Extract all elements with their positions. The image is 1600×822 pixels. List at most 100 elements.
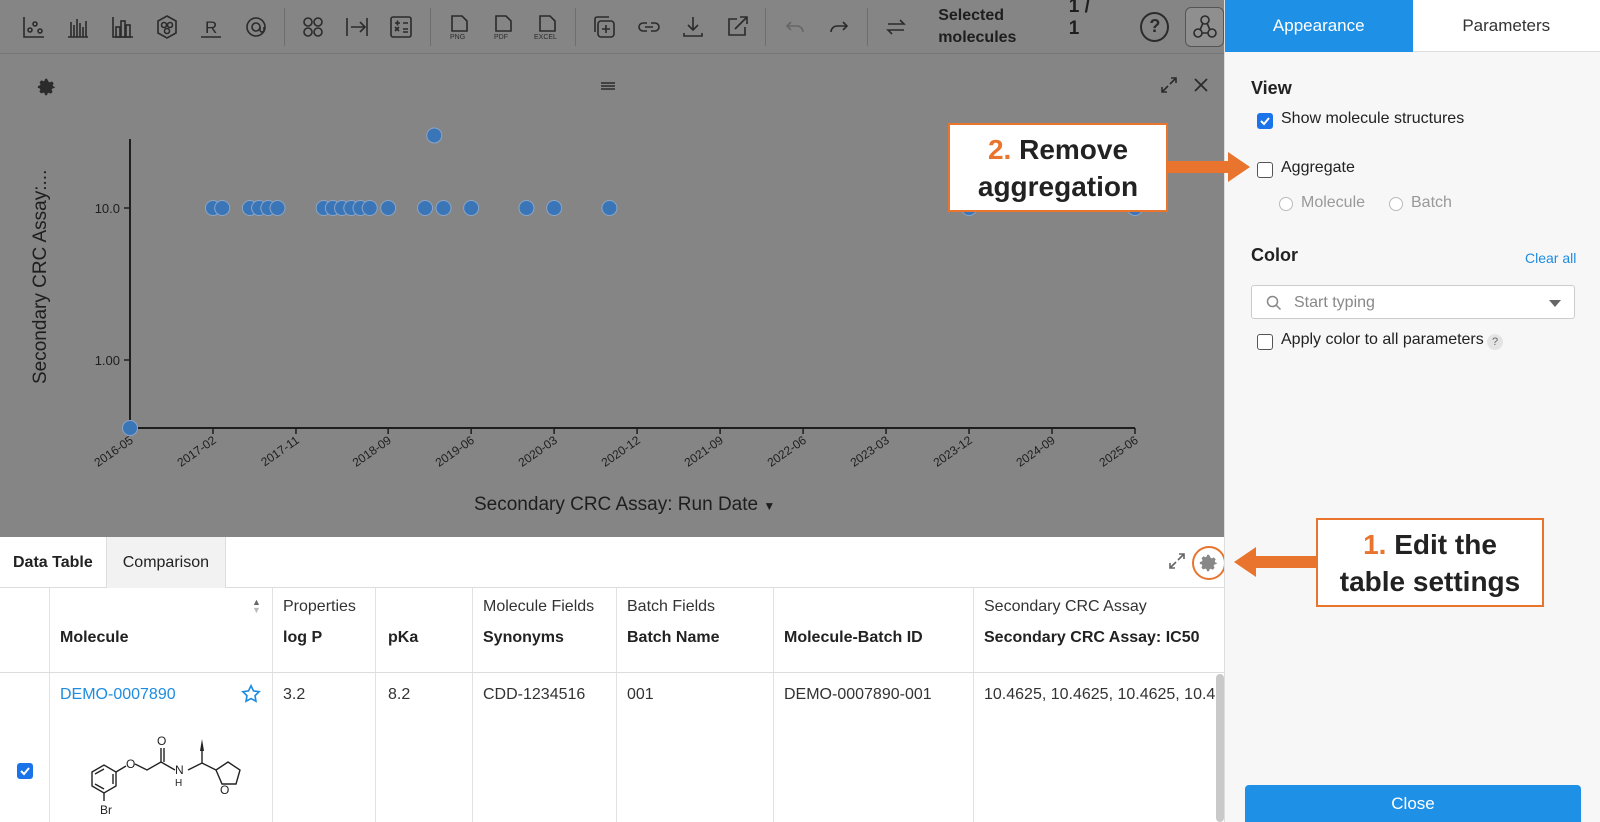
favorite-star-icon[interactable] bbox=[240, 683, 262, 710]
logp-column bbox=[273, 588, 376, 822]
column-header-batch-name[interactable]: Batch Name bbox=[627, 629, 719, 647]
y-tick-label: 1.00 bbox=[95, 353, 120, 368]
svg-text:O: O bbox=[220, 783, 229, 797]
x-axis-dropdown-icon[interactable]: ▼ bbox=[763, 499, 775, 513]
tab-parameters[interactable]: Parameters bbox=[1412, 0, 1600, 52]
column-header-molecule[interactable]: Molecule bbox=[60, 629, 128, 647]
clear-all-link[interactable]: Clear all bbox=[1525, 250, 1576, 266]
color-search-input[interactable]: Start typing bbox=[1251, 285, 1575, 319]
tab-appearance[interactable]: Appearance bbox=[1225, 0, 1413, 52]
bar-chart-icon[interactable] bbox=[56, 0, 100, 54]
group-header-molecule-fields: Molecule Fields bbox=[483, 598, 595, 615]
data-table: ▲ ▼ Properties Molecule Fields Batch Fiel… bbox=[0, 588, 1224, 822]
add-copy-icon[interactable] bbox=[582, 0, 626, 54]
pdf-export-icon[interactable]: PDF bbox=[481, 0, 525, 54]
x-tick-label: 2019-06 bbox=[433, 433, 477, 470]
x-tick-label: 2017-11 bbox=[258, 433, 302, 469]
y-tick-label: 10.0 bbox=[95, 201, 120, 216]
target-icon[interactable] bbox=[233, 0, 277, 54]
toolbar-divider bbox=[575, 7, 577, 46]
calculator-icon[interactable] bbox=[379, 0, 423, 54]
data-point bbox=[546, 200, 563, 216]
png-export-icon[interactable]: PNG bbox=[436, 0, 480, 54]
molecule-structure-image: O O N H O Br bbox=[91, 734, 241, 817]
arrow-to-line-icon[interactable] bbox=[335, 0, 379, 54]
batch-name-value: 001 bbox=[627, 686, 654, 703]
group-header-properties: Properties bbox=[283, 598, 356, 615]
batch-radio-label: Batch bbox=[1411, 194, 1452, 211]
batch-radio[interactable] bbox=[1389, 197, 1403, 211]
swap-icon[interactable] bbox=[874, 0, 918, 54]
excel-export-icon[interactable]: EXCEL bbox=[525, 0, 569, 54]
x-tick-label: 2023-12 bbox=[931, 433, 975, 470]
apply-color-label: Apply color to all parameters bbox=[1281, 331, 1484, 348]
sort-icon[interactable]: ▲ ▼ bbox=[252, 598, 261, 615]
svg-text:R: R bbox=[205, 18, 217, 37]
molecule-radio[interactable] bbox=[1279, 197, 1293, 211]
column-header-pka[interactable]: pKa bbox=[388, 629, 418, 647]
undo-icon[interactable] bbox=[772, 0, 816, 54]
logp-value: 3.2 bbox=[283, 686, 306, 703]
panel-tabs: Appearance Parameters bbox=[1225, 0, 1600, 52]
column-header-logp[interactable]: log P bbox=[283, 629, 322, 647]
search-placeholder: Start typing bbox=[1294, 294, 1375, 311]
pka-column bbox=[376, 588, 473, 822]
selected-molecules-label: Selected molecules bbox=[938, 6, 1017, 46]
pka-value: 8.2 bbox=[388, 686, 411, 703]
expand-table-icon[interactable] bbox=[1168, 552, 1186, 575]
callout-edit-table-settings: 1. Edit the table settings bbox=[1316, 518, 1544, 607]
toolbar-divider bbox=[429, 7, 431, 46]
hexagon-cluster-icon[interactable] bbox=[145, 0, 189, 54]
chevron-down-icon[interactable] bbox=[1548, 299, 1562, 308]
download-icon[interactable] bbox=[671, 0, 715, 54]
group-header-secondary-crc-assay: Secondary CRC Assay bbox=[984, 598, 1147, 615]
aggregate-label: Aggregate bbox=[1281, 159, 1355, 176]
show-structures-checkbox[interactable] bbox=[1257, 113, 1273, 129]
toolbar-divider bbox=[866, 7, 868, 46]
svg-text:O: O bbox=[126, 757, 135, 771]
view-section-title: View bbox=[1251, 78, 1292, 98]
data-point bbox=[122, 420, 138, 436]
batch-name-column bbox=[617, 588, 774, 822]
data-point bbox=[269, 200, 286, 216]
column-header-ic50[interactable]: Secondary CRC Assay: IC50 bbox=[984, 629, 1200, 647]
data-point bbox=[435, 200, 452, 216]
clusters-icon[interactable] bbox=[291, 0, 335, 54]
table-settings-gear-icon[interactable] bbox=[1192, 546, 1226, 580]
scatter-plot-icon[interactable] bbox=[12, 0, 56, 54]
external-link-icon[interactable] bbox=[715, 0, 759, 54]
data-point bbox=[601, 200, 618, 216]
svg-text:H: H bbox=[175, 778, 182, 789]
help-icon[interactable]: ? bbox=[1140, 11, 1170, 42]
histogram-icon[interactable] bbox=[101, 0, 145, 54]
molecule-structure-toggle-icon[interactable] bbox=[1185, 6, 1224, 47]
tab-data-table[interactable]: Data Table bbox=[0, 537, 106, 588]
aggregate-checkbox[interactable] bbox=[1257, 162, 1273, 178]
data-point bbox=[518, 200, 535, 216]
svg-text:EXCEL: EXCEL bbox=[534, 34, 557, 41]
x-tick-label: 2020-03 bbox=[516, 433, 560, 470]
y-axis-label[interactable]: Secondary CRC Assay:... bbox=[30, 170, 52, 384]
r-group-icon[interactable]: R bbox=[189, 0, 233, 54]
link-icon[interactable] bbox=[627, 0, 671, 54]
close-button[interactable]: Close bbox=[1245, 785, 1581, 822]
column-header-synonyms[interactable]: Synonyms bbox=[483, 629, 564, 647]
apply-color-checkbox[interactable] bbox=[1257, 334, 1273, 350]
column-header-batch-id[interactable]: Molecule-Batch ID bbox=[784, 629, 923, 647]
molecule-radio-label: Molecule bbox=[1301, 194, 1366, 211]
x-axis-label[interactable]: Secondary CRC Assay: Run Date ▼ bbox=[474, 494, 775, 516]
svg-text:PNG: PNG bbox=[450, 34, 465, 41]
search-icon bbox=[1266, 295, 1282, 311]
apply-color-help-icon[interactable]: ? bbox=[1487, 334, 1503, 350]
molecule-link[interactable]: DEMO-0007890 bbox=[60, 686, 176, 704]
row-select-checkbox[interactable] bbox=[17, 763, 33, 779]
data-point bbox=[380, 200, 397, 216]
redo-icon[interactable] bbox=[817, 0, 861, 54]
x-tick-label: 2018-09 bbox=[350, 433, 394, 470]
x-tick-label: 2022-06 bbox=[765, 433, 809, 470]
synonyms-column bbox=[473, 588, 617, 822]
data-point bbox=[417, 200, 434, 216]
table-scrollbar[interactable] bbox=[1216, 674, 1224, 822]
tab-comparison[interactable]: Comparison bbox=[105, 537, 226, 588]
header-divider bbox=[0, 672, 1224, 673]
